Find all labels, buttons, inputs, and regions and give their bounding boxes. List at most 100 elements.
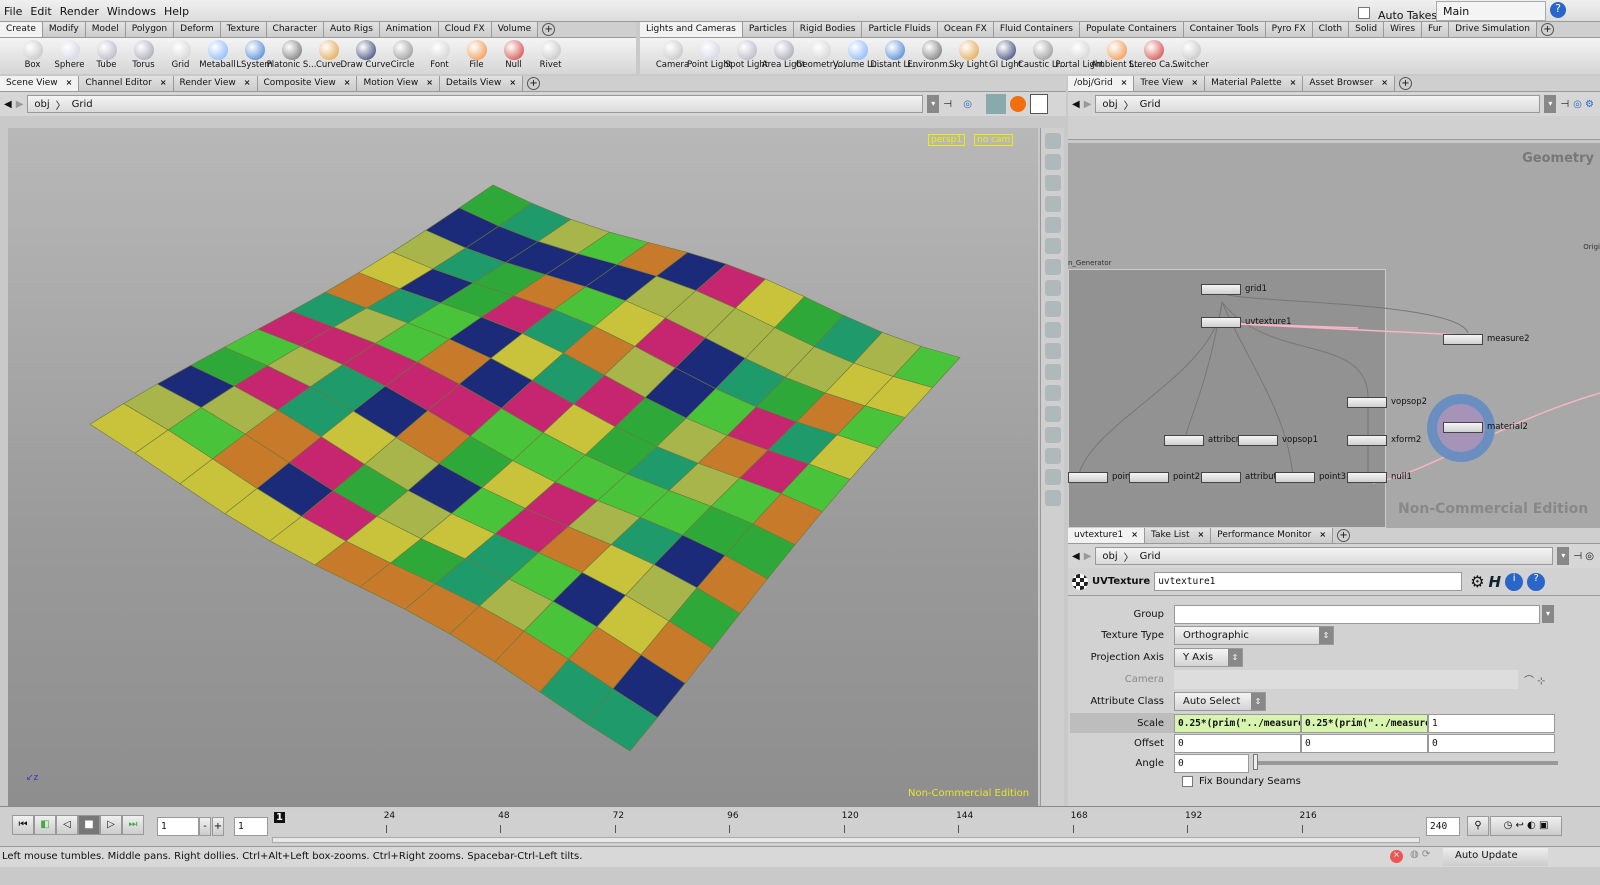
path-dropdown[interactable]: ▾ [1544,95,1557,113]
forward-icon[interactable]: ▶ [16,99,24,110]
scale-y-field[interactable]: 0.25*(prim("../measure [1301,713,1428,733]
stop-button[interactable]: ■ [78,815,100,835]
shelf-tool-draw-curve[interactable]: Draw Curve [341,38,391,74]
node-grid1[interactable] [1201,284,1241,295]
attribute-class-menu[interactable]: Auto Select ⇕ [1174,691,1266,711]
node-point2[interactable] [1129,472,1169,483]
toolbar-icon[interactable] [1044,133,1061,149]
camera-menu[interactable]: persp1 [928,134,966,146]
tab-character[interactable]: Character [266,22,324,37]
tab-details-view[interactable]: Details View × [439,76,524,91]
offset-z-field[interactable]: 0 [1428,733,1555,753]
tab-model[interactable]: Model [85,22,126,37]
tab-texture[interactable]: Texture [220,22,267,37]
back-icon[interactable]: ◀ [4,99,12,110]
node-measure2[interactable] [1443,334,1483,345]
shelf-tool-file[interactable]: File [458,38,495,74]
shading-icon[interactable] [1010,96,1026,112]
tab-lights-and-cameras[interactable]: Lights and Cameras [640,22,743,37]
tab-wires[interactable]: Wires [1384,22,1423,37]
hip-icon[interactable]: H [1489,573,1502,591]
close-icon[interactable]: × [1191,78,1198,91]
path-dropdown[interactable]: ▾ [927,95,940,113]
shelf-tool-rivet[interactable]: Rivet [532,38,569,74]
tab-tree-view[interactable]: Tree View × [1134,76,1206,91]
crumb-grid[interactable]: Grid [72,99,93,110]
timeline-scrollbar[interactable] [272,837,1420,843]
shelf-tool-metaball[interactable]: Metaball [199,38,236,74]
tab-create[interactable]: Create [0,22,43,37]
tab-modify[interactable]: Modify [42,22,86,37]
add-tab-icon[interactable]: + [527,77,541,90]
node-null1[interactable] [1347,472,1387,483]
frame-minus-button[interactable]: - [199,817,211,836]
shelf-tool-box[interactable]: Box [14,38,51,74]
shelf-tool-grid[interactable]: Grid [162,38,199,74]
back-icon[interactable]: ◀ [1072,551,1080,562]
network-editor[interactable]: Geometry n_Generator Origi grid1 uvtextur… [1068,143,1600,528]
jump-end-button[interactable]: ⏭ [122,815,144,835]
tab-fluid-containers[interactable]: Fluid Containers [993,22,1080,37]
pin-icon[interactable]: ⊣ ◎ [1573,551,1594,562]
fix-seams-checkbox[interactable] [1182,775,1193,787]
breadcrumb[interactable]: obj 〉 Grid [27,95,924,113]
shelf-tool-spot-light[interactable]: Spot Light [725,38,768,74]
toolbar-icon[interactable] [1044,364,1061,380]
tab-scene-view[interactable]: Scene View × [0,76,80,91]
tab-material-palette[interactable]: Material Palette × [1205,76,1304,91]
tab-volume[interactable]: Volume [491,22,539,37]
uvtexture-node-icon[interactable] [1072,573,1088,590]
forward-icon[interactable]: ▶ [1084,551,1092,562]
tab-pyro-fx[interactable]: Pyro FX [1265,22,1313,37]
pin-icon[interactable]: ⊣ [943,99,959,110]
camera-field[interactable] [1174,669,1518,689]
shelf-tool-camera[interactable]: Camera [654,38,691,74]
frame-field[interactable]: 1 [157,817,199,836]
forward-icon[interactable]: ▶ [1084,99,1092,110]
menu-help[interactable]: Help [160,0,193,18]
angle-slider[interactable] [1253,754,1558,770]
scale-x-field[interactable]: 0.25*(prim("../measure [1174,713,1301,733]
close-icon[interactable]: × [344,78,351,91]
tab-take-list[interactable]: Take List × [1144,528,1212,543]
menu-windows[interactable]: Windows [103,0,160,18]
timeline-ruler[interactable]: 1 24 48 72 96 120 144 168 192 216 [272,811,1420,835]
close-icon[interactable]: × [160,78,167,91]
close-icon[interactable]: × [1131,530,1138,543]
close-icon[interactable]: × [426,78,433,91]
camera-pick-icon[interactable]: ⌒ ⊹ [1524,672,1546,687]
node-xform2[interactable] [1347,435,1387,446]
display-cube-icon[interactable] [986,94,1006,114]
add-tab-icon[interactable]: + [1540,23,1554,36]
node-material2[interactable] [1443,422,1483,433]
crumb-grid[interactable]: Grid [1140,99,1161,110]
close-icon[interactable]: × [1121,78,1128,91]
toolbar-icon[interactable] [1044,322,1061,338]
node-name-field[interactable]: uvtexture1 [1154,572,1463,591]
tab-deform[interactable]: Deform [174,22,221,37]
projection-axis-menu[interactable]: Y Axis ⇕ [1174,647,1243,667]
path-dropdown[interactable]: ▾ [1557,547,1570,565]
auto-takes-toggle[interactable]: Auto Takes [1358,4,1441,22]
toolbar-icon[interactable] [1044,175,1061,191]
shelf-tool-stereo-ca-[interactable]: Stereo Ca... [1129,38,1178,74]
scale-z-field[interactable]: 1 [1428,713,1555,733]
jump-start-button[interactable]: ⏮ [12,815,34,835]
breadcrumb[interactable]: obj 〉 Grid [1095,95,1541,113]
toolbar-icon[interactable] [1044,217,1061,233]
help-icon[interactable]: ? [1527,572,1546,591]
tab--obj-grid[interactable]: /obj/Grid × [1068,76,1135,91]
shelf-tool-switcher[interactable]: Switcher [1172,38,1209,74]
node-point3[interactable] [1275,472,1315,483]
offset-x-field[interactable]: 0 [1174,733,1301,753]
step-field[interactable]: 1 [234,817,268,836]
link-icon[interactable]: ◎ [963,99,972,110]
3d-viewport[interactable]: persp1 no cam Non-Commercial Edition ↙z [8,128,1038,806]
auto-takes-checkbox[interactable] [1358,7,1370,19]
pin-icon[interactable]: ⊣ [1560,99,1569,110]
tab-cloth[interactable]: Cloth [1312,22,1350,37]
angle-field[interactable]: 0 [1174,753,1249,773]
toolbar-icon[interactable] [1044,259,1061,275]
tab-drive-simulation[interactable]: Drive Simulation [1449,22,1537,37]
crumb-obj[interactable]: obj [1102,551,1117,562]
